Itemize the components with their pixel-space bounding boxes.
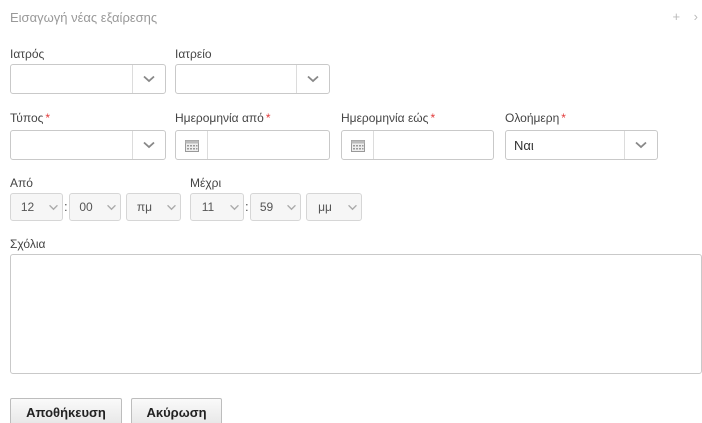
to-ampm-value: μμ (318, 200, 332, 214)
required-marker: * (265, 111, 271, 125)
panel-title: Εισαγωγή νέας εξαίρεσης (10, 10, 158, 25)
date-to-input[interactable] (374, 131, 493, 159)
cancel-button[interactable]: Ακύρωση (131, 398, 222, 423)
time-colon: : (245, 199, 249, 214)
calendar-icon[interactable] (176, 131, 208, 159)
plus-icon[interactable]: + (672, 9, 680, 24)
chevron-down-icon[interactable] (132, 131, 165, 159)
chevron-down-icon[interactable] (624, 131, 657, 159)
chevron-down-icon[interactable] (296, 65, 329, 93)
required-marker: * (561, 111, 566, 125)
calendar-icon[interactable] (342, 131, 374, 159)
doctor-label: Ιατρός (10, 47, 45, 61)
date-from-label-text: Ημερομηνία από (175, 111, 264, 125)
date-to-field[interactable] (341, 130, 494, 160)
to-ampm-select[interactable]: μμ (306, 193, 362, 221)
all-day-label-text: Ολοήμερη (505, 111, 560, 125)
chevron-down-icon[interactable] (282, 204, 300, 211)
chevron-down-icon[interactable] (102, 204, 120, 211)
date-from-label: Ημερομηνία από * (175, 111, 271, 125)
to-minute-select[interactable]: 59 (250, 193, 301, 221)
all-day-value: Ναι (514, 138, 534, 153)
from-hour-select[interactable]: 12 (10, 193, 63, 221)
from-minute-value: 00 (79, 200, 93, 214)
to-hour-value: 11 (201, 200, 215, 214)
required-marker: * (45, 111, 51, 125)
date-from-input[interactable] (208, 131, 329, 159)
all-day-select[interactable]: Ναι (505, 130, 658, 160)
required-marker: * (430, 111, 436, 125)
date-from-field[interactable] (175, 130, 330, 160)
comments-label: Σχόλια (10, 237, 46, 251)
clinic-value (176, 65, 296, 93)
chevron-down-icon[interactable] (44, 204, 62, 211)
type-label-text: Τύπος (10, 111, 44, 125)
to-hour-select[interactable]: 11 (190, 193, 244, 221)
chevron-down-icon[interactable] (162, 204, 180, 211)
all-day-label: Ολοήμερη * (505, 111, 566, 125)
to-time-label: Μέχρι (190, 176, 222, 190)
type-label: Τύπος * (10, 111, 50, 125)
next-icon[interactable]: › (694, 9, 698, 24)
comments-textarea[interactable] (10, 254, 702, 374)
chevron-down-icon[interactable] (225, 204, 243, 211)
from-ampm-select[interactable]: πμ (126, 193, 181, 221)
type-select[interactable] (10, 130, 166, 160)
chevron-down-icon[interactable] (343, 204, 361, 211)
save-button[interactable]: Αποθήκευση (10, 398, 122, 423)
doctor-select[interactable] (10, 64, 166, 94)
date-to-label-text: Ημερομηνία εώς (341, 111, 429, 125)
date-to-label: Ημερομηνία εώς * (341, 111, 435, 125)
to-minute-value: 59 (259, 200, 274, 214)
chevron-down-icon[interactable] (132, 65, 165, 93)
from-time-label: Από (10, 176, 33, 190)
time-colon: : (64, 199, 68, 214)
from-hour-value: 12 (20, 200, 35, 214)
type-value (11, 131, 132, 159)
clinic-select[interactable] (175, 64, 330, 94)
from-minute-select[interactable]: 00 (69, 193, 121, 221)
from-ampm-value: πμ (136, 200, 153, 214)
doctor-value (11, 65, 132, 93)
clinic-label: Ιατρείο (175, 47, 212, 61)
header-icons: + › (662, 9, 698, 24)
